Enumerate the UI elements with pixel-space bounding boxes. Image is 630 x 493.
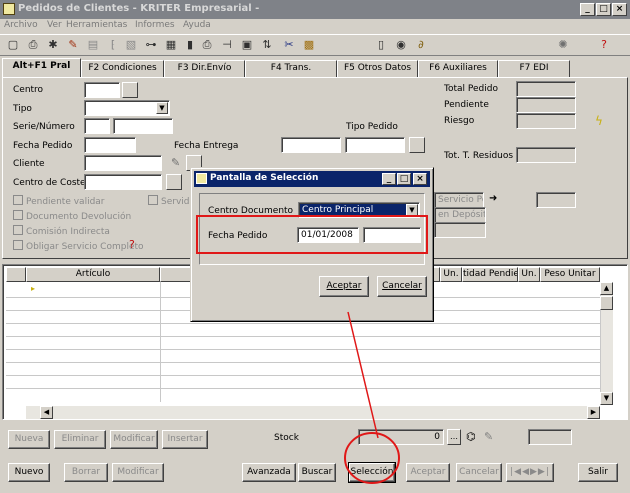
annotation-circle <box>344 432 400 484</box>
annotation-arrow-line <box>347 311 379 439</box>
annotation-overlay <box>344 311 400 484</box>
